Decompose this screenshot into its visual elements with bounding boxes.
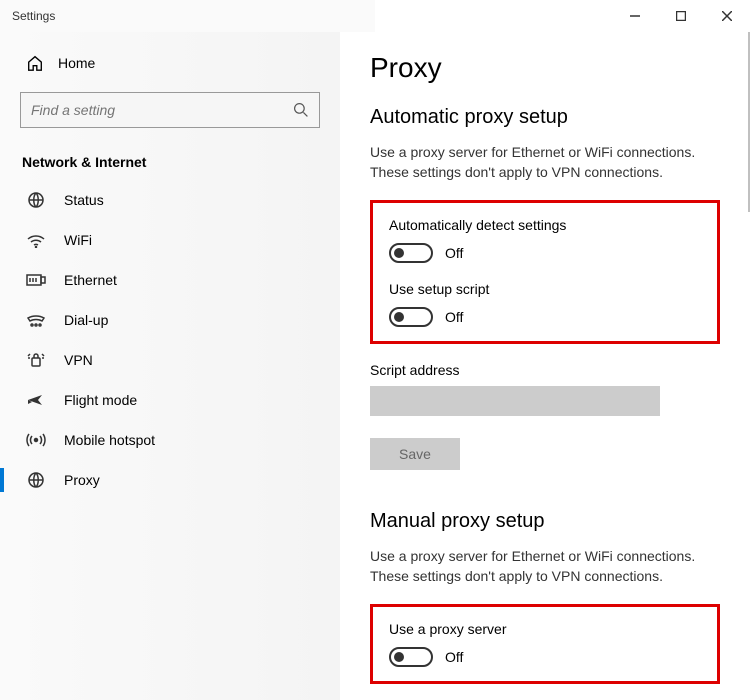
close-button[interactable]: [704, 0, 750, 32]
sidebar-item-label: Mobile hotspot: [64, 432, 155, 448]
nav-list: Status WiFi Ethernet Dial-up VPN Flight …: [20, 180, 320, 500]
sidebar-item-label: Ethernet: [64, 272, 117, 288]
ethernet-icon: [26, 272, 46, 288]
sidebar-item-dialup[interactable]: Dial-up: [20, 300, 320, 340]
manual-highlight-box: Use a proxy server Off: [370, 604, 720, 684]
sidebar-item-label: Status: [64, 192, 104, 208]
titlebar: Settings: [0, 0, 750, 32]
auto-section-heading: Automatic proxy setup: [370, 106, 720, 129]
auto-section-desc: Use a proxy server for Ethernet or WiFi …: [370, 143, 720, 182]
sidebar-item-proxy[interactable]: Proxy: [20, 460, 320, 500]
airplane-icon: [26, 392, 46, 408]
sidebar-item-status[interactable]: Status: [20, 180, 320, 220]
wifi-icon: [26, 232, 46, 248]
use-proxy-label: Use a proxy server: [389, 621, 701, 637]
save-button[interactable]: Save: [370, 438, 460, 470]
home-icon: [26, 54, 44, 72]
sidebar-item-flightmode[interactable]: Flight mode: [20, 380, 320, 420]
auto-detect-label: Automatically detect settings: [389, 217, 701, 233]
window-title: Settings: [12, 9, 612, 23]
script-address-input[interactable]: [370, 386, 660, 416]
category-heading: Network & Internet: [20, 154, 320, 170]
auto-detect-toggle-row: Off: [389, 243, 701, 263]
sidebar-item-label: WiFi: [64, 232, 92, 248]
search-box[interactable]: [20, 92, 320, 128]
use-proxy-toggle[interactable]: [389, 647, 433, 667]
sidebar: Home Network & Internet Status WiFi Ethe…: [0, 32, 340, 700]
sidebar-item-label: Proxy: [64, 472, 100, 488]
use-proxy-state: Off: [445, 649, 463, 665]
auto-detect-toggle[interactable]: [389, 243, 433, 263]
manual-section-desc: Use a proxy server for Ethernet or WiFi …: [370, 547, 720, 586]
minimize-button[interactable]: [612, 0, 658, 32]
use-script-label: Use setup script: [389, 281, 701, 297]
vpn-icon: [26, 352, 46, 368]
use-script-toggle[interactable]: [389, 307, 433, 327]
sidebar-item-vpn[interactable]: VPN: [20, 340, 320, 380]
maximize-button[interactable]: [658, 0, 704, 32]
dialup-icon: [26, 312, 46, 328]
sidebar-item-ethernet[interactable]: Ethernet: [20, 260, 320, 300]
page-title: Proxy: [370, 52, 720, 84]
sidebar-item-label: VPN: [64, 352, 93, 368]
auto-highlight-box: Automatically detect settings Off Use se…: [370, 200, 720, 344]
content-area: Proxy Automatic proxy setup Use a proxy …: [340, 32, 750, 700]
use-script-toggle-row: Off: [389, 307, 701, 327]
search-input[interactable]: [31, 102, 293, 118]
script-address-label: Script address: [370, 362, 720, 378]
window-controls: [612, 0, 750, 32]
sidebar-item-label: Dial-up: [64, 312, 108, 328]
use-script-state: Off: [445, 309, 463, 325]
home-label: Home: [58, 55, 95, 71]
sidebar-item-wifi[interactable]: WiFi: [20, 220, 320, 260]
sidebar-item-label: Flight mode: [64, 392, 137, 408]
sidebar-item-hotspot[interactable]: Mobile hotspot: [20, 420, 320, 460]
manual-section-heading: Manual proxy setup: [370, 510, 720, 533]
use-proxy-toggle-row: Off: [389, 647, 701, 667]
status-icon: [26, 192, 46, 208]
auto-detect-state: Off: [445, 245, 463, 261]
hotspot-icon: [26, 432, 46, 448]
home-button[interactable]: Home: [20, 42, 320, 84]
globe-icon: [26, 472, 46, 488]
search-icon: [293, 102, 309, 118]
